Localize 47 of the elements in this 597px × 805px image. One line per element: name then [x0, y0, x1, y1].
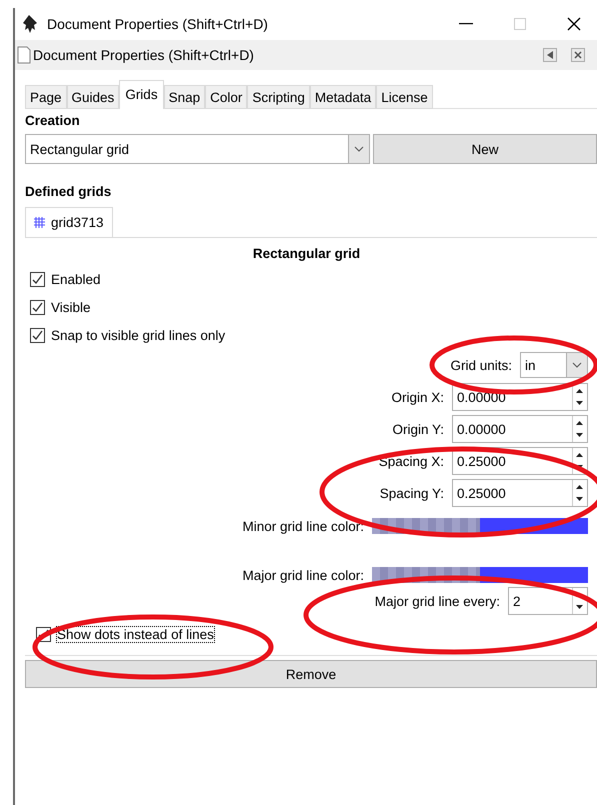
field-label: Grid units: — [450, 358, 512, 372]
checkmark-icon — [32, 302, 43, 312]
section-heading: Creation — [25, 113, 81, 128]
field-label: Minor grid line color: — [242, 518, 364, 534]
tab[interactable]: License — [376, 85, 433, 109]
collapse-button[interactable] — [543, 48, 557, 62]
checkbox-label: Snap to visible grid lines only — [51, 328, 226, 342]
section-heading: Defined grids — [25, 184, 112, 199]
checkbox-label: Show dots instead of lines — [57, 626, 214, 642]
color-swatch[interactable] — [372, 567, 588, 583]
checkbox[interactable] — [30, 300, 45, 314]
left-arrow-icon — [547, 51, 553, 59]
close-icon[interactable] — [567, 17, 581, 31]
tab[interactable]: Scripting — [247, 85, 310, 109]
field-label: Origin X: — [391, 390, 444, 404]
tab[interactable]: Page — [25, 85, 67, 109]
caret-icon — [354, 146, 364, 152]
remove-button[interactable]: Remove — [25, 660, 597, 688]
tab[interactable]: Snap — [164, 85, 206, 109]
field-label: Spacing Y: — [380, 486, 444, 500]
grid-tab[interactable]: grid3713 — [25, 207, 113, 237]
tab[interactable]: Color — [205, 85, 248, 109]
checkmark-icon — [32, 274, 43, 284]
units-dropdown[interactable]: in — [520, 352, 588, 378]
checkmark-icon — [32, 330, 43, 340]
close-panel-button[interactable] — [571, 48, 585, 62]
tab[interactable]: Grids — [119, 80, 164, 109]
field-label: Origin Y: — [392, 422, 444, 436]
checkbox[interactable] — [30, 328, 45, 342]
close-icon — [574, 51, 582, 59]
caret-icon — [572, 362, 582, 368]
checkbox-label: Visible — [51, 300, 91, 314]
tab[interactable]: Guides — [66, 85, 120, 109]
field-label: Major grid line every: — [374, 594, 500, 608]
grid-icon — [34, 217, 45, 228]
field-label: Major grid line color: — [242, 568, 364, 583]
panel-heading: Rectangular grid — [252, 246, 362, 261]
panel-title: Document Properties (Shift+Ctrl+D) — [33, 47, 255, 63]
checkbox-label: Enabled — [51, 272, 101, 286]
window-title: Document Properties (Shift+Ctrl+D) — [47, 16, 269, 32]
minimize-icon[interactable] — [459, 23, 473, 25]
document-icon — [17, 46, 31, 64]
tab[interactable]: Metadata — [310, 85, 376, 109]
color-swatch[interactable] — [372, 518, 588, 534]
new-button[interactable]: New — [373, 134, 597, 164]
grid-type-dropdown[interactable]: Rectangular grid — [25, 134, 370, 164]
checkbox[interactable] — [30, 272, 45, 286]
